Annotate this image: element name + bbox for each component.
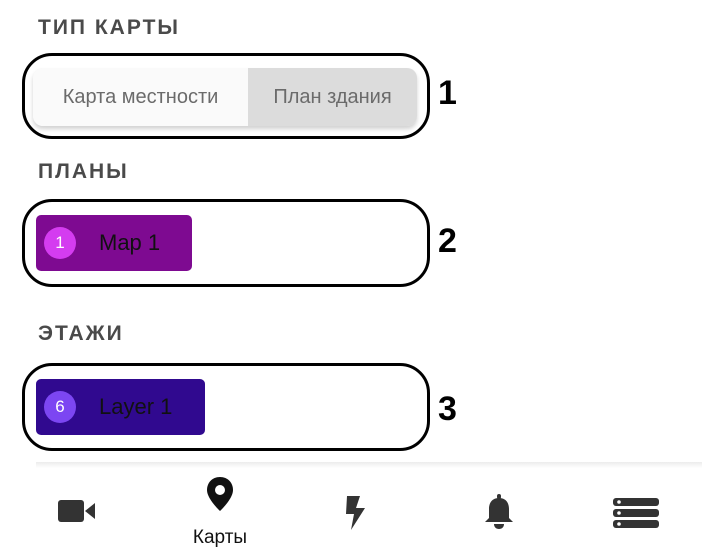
callout-number-2: 2 [438,222,457,260]
nav-menu-button[interactable] [613,498,659,528]
nav-video-button[interactable] [58,498,96,524]
plans-heading: ПЛАНЫ [38,160,129,183]
floors-heading: ЭТАЖИ [38,322,124,345]
callout-frame-1 [22,53,430,139]
nav-events-button[interactable] [344,496,366,530]
callout-frame-2 [22,199,430,287]
callout-frame-3 [22,363,430,451]
lightning-icon [346,496,365,530]
callout-number-3: 3 [438,390,457,428]
callout-number-1: 1 [438,74,457,112]
nav-maps-label: Карты [192,527,248,547]
bell-icon [485,494,513,529]
nav-notifications-button[interactable] [484,494,514,530]
map-pin-icon [207,477,233,511]
video-camera-icon [58,500,95,522]
menu-stack-icon [613,498,659,528]
map-type-heading: ТИП КАРТЫ [38,16,180,39]
bottom-navigation: Карты [0,468,703,547]
nav-maps-button[interactable]: Карты [178,476,262,547]
